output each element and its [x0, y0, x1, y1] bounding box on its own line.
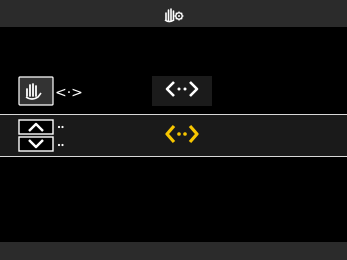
value-selector[interactable]: [152, 76, 212, 106]
value-selector-selected[interactable]: [152, 121, 212, 151]
menu-row-touch-gesture[interactable]: <·>: [0, 72, 347, 111]
title-bar: [0, 0, 347, 27]
svg-text:<·>: <·>: [55, 85, 82, 101]
up-down-arrows-box-icon: [18, 119, 72, 157]
bottom-bar: [0, 242, 347, 260]
left-right-arrows-icon: [164, 79, 200, 103]
left-right-arrows-icon-highlighted: [164, 123, 200, 149]
hand-gear-icon: [163, 4, 185, 24]
menu-row-up-down[interactable]: [0, 114, 347, 157]
touch-gesture-arrows-icon: <·>: [18, 74, 83, 112]
